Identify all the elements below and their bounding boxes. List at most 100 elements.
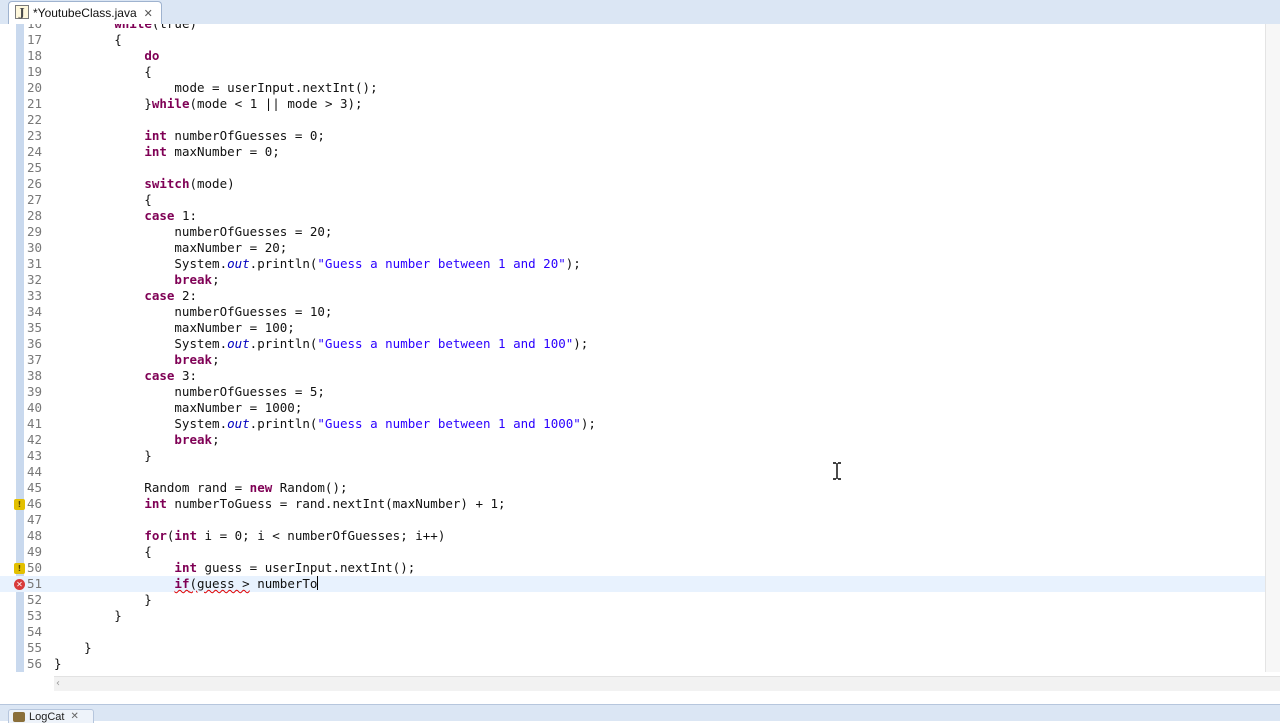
code-text: break;: [54, 352, 219, 368]
code-line[interactable]: 25: [0, 160, 1280, 176]
code-text: {: [54, 192, 152, 208]
code-line[interactable]: 40 maxNumber = 1000;: [0, 400, 1280, 416]
line-number: 49: [26, 544, 42, 559]
code-token: System.: [54, 256, 228, 271]
line-number: 54: [26, 624, 42, 639]
code-token: if: [174, 576, 190, 591]
code-editor[interactable]: 16 while(true)17 {18 do19 {20 mode = use…: [0, 24, 1280, 672]
code-line[interactable]: 52 }: [0, 592, 1280, 608]
logcat-tab[interactable]: LogCat ✕: [8, 709, 94, 723]
line-number: 42: [26, 432, 42, 447]
code-line[interactable]: 34 numberOfGuesses = 10;: [0, 304, 1280, 320]
code-line[interactable]: 48 for(int i = 0; i < numberOfGuesses; i…: [0, 528, 1280, 544]
code-line[interactable]: 24 int maxNumber = 0;: [0, 144, 1280, 160]
mouse-ibeam-cursor-icon: [833, 462, 841, 480]
code-line[interactable]: 21 }while(mode < 1 || mode > 3);: [0, 96, 1280, 112]
code-text: break;: [54, 432, 219, 448]
line-number: 20: [26, 80, 42, 95]
code-text: }: [54, 608, 122, 624]
overview-ruler[interactable]: [1265, 24, 1280, 672]
code-token: case: [144, 288, 175, 303]
scroll-left-arrow-icon[interactable]: ‹: [56, 677, 60, 690]
line-number: 35: [26, 320, 42, 335]
code-line[interactable]: 44: [0, 464, 1280, 480]
code-line[interactable]: 39 numberOfGuesses = 5;: [0, 384, 1280, 400]
code-text: numberOfGuesses = 10;: [54, 304, 332, 320]
code-line[interactable]: 28 case 1:: [0, 208, 1280, 224]
close-icon[interactable]: ✕: [144, 7, 153, 20]
code-token: {: [54, 192, 152, 207]
code-token: {: [54, 64, 152, 79]
code-line[interactable]: 27 {: [0, 192, 1280, 208]
code-line[interactable]: 54: [0, 624, 1280, 640]
code-token: }: [54, 96, 152, 111]
code-line[interactable]: 19 {: [0, 64, 1280, 80]
code-line[interactable]: 41 System.out.println("Guess a number be…: [0, 416, 1280, 432]
code-text: int numberOfGuesses = 0;: [54, 128, 325, 144]
code-line[interactable]: 22: [0, 112, 1280, 128]
code-token: .println(: [249, 256, 318, 271]
code-token: out: [227, 256, 250, 271]
code-line[interactable]: 53 }: [0, 608, 1280, 624]
code-line[interactable]: 45 Random rand = new Random();: [0, 480, 1280, 496]
code-line[interactable]: ! 50 int guess = userInput.nextInt();: [0, 560, 1280, 576]
line-number: 39: [26, 384, 42, 399]
logcat-icon: [13, 712, 25, 722]
code-line[interactable]: 18 do: [0, 48, 1280, 64]
code-token: .println(: [249, 416, 318, 431]
line-number: 55: [26, 640, 42, 655]
code-line[interactable]: 36 System.out.println("Guess a number be…: [0, 336, 1280, 352]
line-number: 44: [26, 464, 42, 479]
line-number: 34: [26, 304, 42, 319]
line-number: 41: [26, 416, 42, 431]
code-line[interactable]: 38 case 3:: [0, 368, 1280, 384]
code-token: 1:: [174, 208, 197, 223]
code-token: (mode < 1 || mode > 3);: [189, 96, 363, 111]
code-line[interactable]: 47: [0, 512, 1280, 528]
code-line[interactable]: 42 break;: [0, 432, 1280, 448]
code-line[interactable]: 33 case 2:: [0, 288, 1280, 304]
line-number: 22: [26, 112, 42, 127]
code-line[interactable]: 20 mode = userInput.nextInt();: [0, 80, 1280, 96]
code-token: numberTo: [249, 576, 318, 591]
horizontal-scrollbar[interactable]: ‹: [54, 676, 1280, 691]
code-line[interactable]: 31 System.out.println("Guess a number be…: [0, 256, 1280, 272]
code-line[interactable]: 16 while(true): [0, 24, 1280, 32]
code-token: (guess >: [189, 576, 250, 591]
code-line[interactable]: 32 break;: [0, 272, 1280, 288]
editor-tab-youtubeclass[interactable]: J *YoutubeClass.java ✕: [8, 1, 162, 24]
close-icon[interactable]: ✕: [70, 710, 78, 724]
line-number: 50: [26, 560, 42, 575]
code-line[interactable]: ! 46 int numberToGuess = rand.nextInt(max…: [0, 496, 1280, 512]
code-line[interactable]: 35 maxNumber = 100;: [0, 320, 1280, 336]
code-line[interactable]: ✕ 51 if(guess > numberTo: [0, 576, 1280, 592]
line-number: 43: [26, 448, 42, 463]
code-line[interactable]: 17 {: [0, 32, 1280, 48]
code-line[interactable]: 30 maxNumber = 20;: [0, 240, 1280, 256]
code-line[interactable]: 49 {: [0, 544, 1280, 560]
code-token: }: [54, 640, 92, 655]
line-number: 46: [26, 496, 42, 511]
code-line[interactable]: 43 }: [0, 448, 1280, 464]
line-number: 45: [26, 480, 42, 495]
code-token: int: [144, 496, 167, 511]
code-token: int: [144, 144, 167, 159]
code-line[interactable]: 55 }: [0, 640, 1280, 656]
code-line[interactable]: 29 numberOfGuesses = 20;: [0, 224, 1280, 240]
code-line[interactable]: 56}: [0, 656, 1280, 672]
line-number: 19: [26, 64, 42, 79]
code-text: {: [54, 544, 152, 560]
code-line[interactable]: 26 switch(mode): [0, 176, 1280, 192]
code-line[interactable]: 23 int numberOfGuesses = 0;: [0, 128, 1280, 144]
code-token: (true): [152, 24, 197, 31]
code-line[interactable]: 37 break;: [0, 352, 1280, 368]
text-caret: [317, 576, 319, 590]
code-text: Random rand = new Random();: [54, 480, 347, 496]
code-token: }: [54, 592, 152, 607]
code-text: switch(mode): [54, 176, 234, 192]
code-text: maxNumber = 100;: [54, 320, 294, 336]
